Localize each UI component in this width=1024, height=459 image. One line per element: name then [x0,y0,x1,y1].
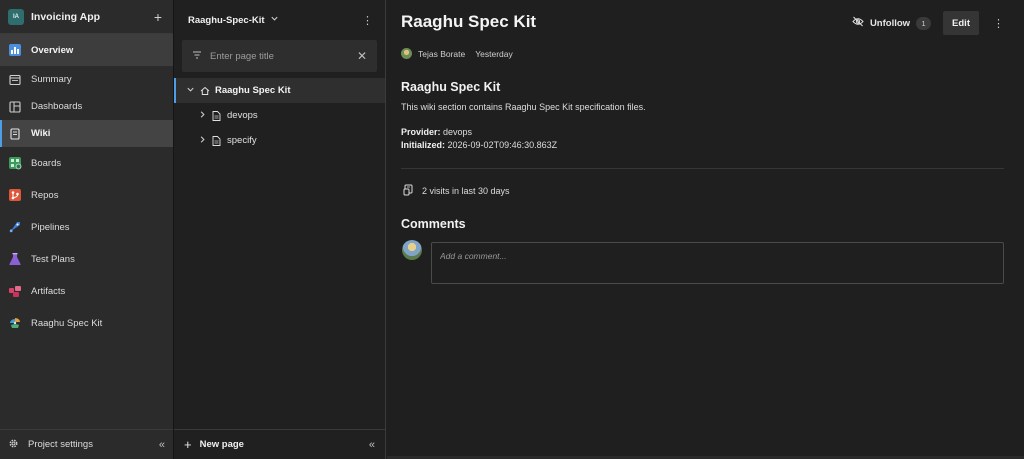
project-settings[interactable]: Project settings « [0,429,173,459]
nav-item-test-plans[interactable]: Test Plans [0,243,173,275]
spec-kit-icon [8,316,22,330]
provider-key: Provider: [401,127,441,137]
nav-item-label: Dashboards [31,101,83,112]
tree-item-devops[interactable]: devops [174,103,385,128]
summary-icon [8,73,22,87]
page-title: Raaghu Spec Kit [401,12,537,31]
tree-item-root[interactable]: Raaghu Spec Kit [174,78,385,103]
page-visits: 2 visits in last 30 days [403,184,510,198]
nav-item-overview[interactable]: Overview [0,34,173,66]
project-settings-label: Project settings [28,439,93,450]
tree-item-specify[interactable]: specify [174,128,385,153]
collapse-nav-icon[interactable]: « [159,439,165,451]
modified-time: Yesterday [475,48,513,59]
new-item-plus-icon[interactable]: + [151,9,165,25]
nav-item-label: Overview [31,44,74,56]
nav-item-wiki[interactable]: Wiki [0,120,173,147]
more-options-icon[interactable]: ⋮ [362,14,373,27]
content-heading: Raaghu Spec Kit [401,80,501,94]
divider [401,168,1004,169]
nav-item-label: Pipelines [31,221,70,233]
collapse-tree-icon[interactable]: « [369,439,375,451]
chevron-right-icon[interactable] [196,135,208,147]
initialized-key: Initialized: [401,140,446,150]
tree-item-label: devops [227,110,258,121]
wiki-icon [8,127,22,141]
repos-icon [8,188,22,202]
tree-item-label: Raaghu Spec Kit [215,85,291,96]
dashboards-icon [8,100,22,114]
follower-count-badge: 1 [916,16,932,30]
nav-item-raaghu-spec-kit[interactable]: Raaghu Spec Kit [0,307,173,339]
nav-item-boards[interactable]: Boards [0,147,173,179]
project-nav: IA Invoicing App + Overview Summary Dash… [0,0,174,459]
home-icon [200,86,212,96]
wiki-page: Raaghu Spec Kit Unfollow 1 Edit ⋮ Tejas … [387,0,1024,459]
wiki-tree-pane: Raaghu-Spec-Kit ⋮ ✕ Raaghu Spec Kit devo… [174,0,386,459]
comment-input[interactable] [440,251,995,261]
nav-item-label: Repos [31,189,59,201]
chevron-right-icon[interactable] [196,110,208,122]
nav-item-label: Wiki [31,128,51,139]
nav-item-label: Test Plans [31,253,75,265]
author-name[interactable]: Tejas Borate [418,49,465,59]
chevron-down-icon[interactable] [270,14,279,26]
wiki-selector[interactable]: Raaghu-Spec-Kit ⋮ [174,0,385,40]
new-page-button[interactable]: New page [200,439,369,450]
nav-item-label: Raaghu Spec Kit [31,317,103,329]
page-icon [212,135,224,146]
filter-icon [192,50,202,63]
initialized-value: 2026-09-02T09:46:30.863Z [447,140,558,150]
eye-off-icon [852,16,864,30]
comments-title: Comments [401,217,466,231]
comment-box[interactable] [431,242,1004,284]
edit-button[interactable]: Edit [943,11,979,35]
tree-item-label: specify [227,135,257,146]
artifacts-icon [8,284,22,298]
nav-item-label: Artifacts [31,285,66,297]
project-name[interactable]: Invoicing App [31,11,151,23]
unfollow-label: Unfollow [869,17,911,29]
provider-line: Provider: devops [401,127,472,137]
more-options-icon[interactable]: ⋮ [993,17,1004,30]
provider-value: devops [443,127,473,137]
page-title-filter-input[interactable] [210,50,357,62]
page-actions: Unfollow 1 Edit ⋮ [846,11,1004,35]
pipelines-icon [8,220,22,234]
boards-icon [8,156,22,170]
nav-item-label: Boards [31,157,62,169]
project-avatar[interactable]: IA [8,8,24,25]
author-avatar[interactable] [401,48,412,59]
initialized-line: Initialized: 2026-09-02T09:46:30.863Z [401,140,557,150]
wiki-name[interactable]: Raaghu-Spec-Kit [188,15,265,26]
visits-text: 2 visits in last 30 days [422,186,510,196]
plus-icon[interactable]: + [184,437,192,452]
current-user-avatar [402,240,422,260]
overview-icon [8,43,22,57]
chevron-down-icon[interactable] [184,85,196,97]
clear-filter-icon[interactable]: ✕ [357,49,367,63]
page-icon [212,110,224,121]
nav-item-summary[interactable]: Summary [0,66,173,93]
test-plans-icon [8,252,22,266]
page-filter: ✕ [182,40,377,72]
nav-item-repos[interactable]: Repos [0,179,173,211]
gear-icon [8,438,19,452]
unfollow-button[interactable]: Unfollow 1 [846,11,937,35]
content-description: This wiki section contains Raaghu Spec K… [401,102,646,112]
tree-footer: + New page « [174,429,385,459]
nav-item-pipelines[interactable]: Pipelines [0,211,173,243]
nav-item-label: Summary [31,74,72,85]
visits-icon [403,184,414,198]
project-header: IA Invoicing App + [0,0,173,34]
page-meta: Tejas Borate Yesterday [401,48,513,59]
nav-item-artifacts[interactable]: Artifacts [0,275,173,307]
nav-item-dashboards[interactable]: Dashboards [0,93,173,120]
